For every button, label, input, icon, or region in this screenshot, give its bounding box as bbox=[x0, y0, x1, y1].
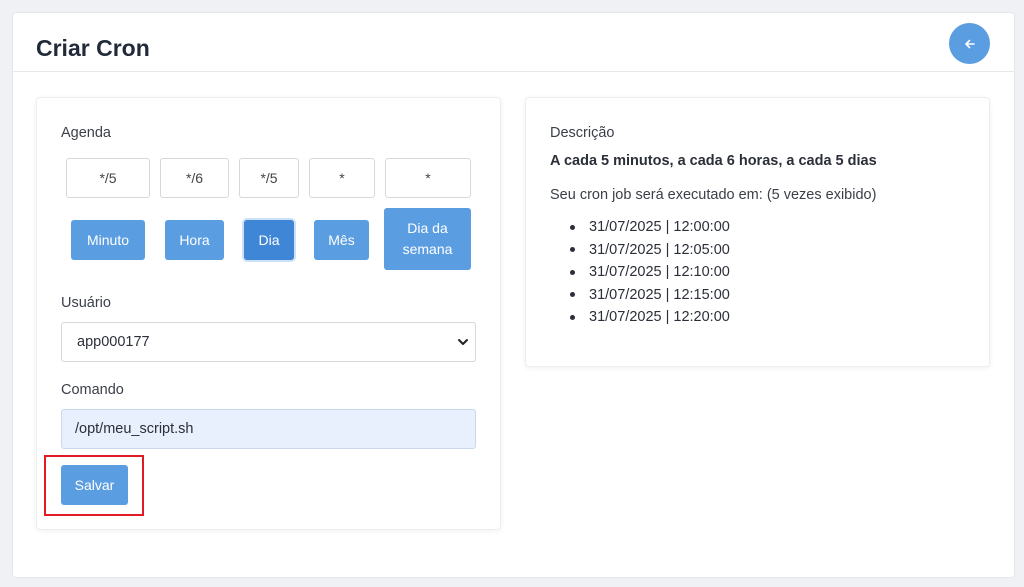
day-field[interactable]: */5 bbox=[239, 158, 299, 198]
command-input[interactable]: /opt/meu_script.sh bbox=[61, 409, 476, 449]
arrow-left-icon bbox=[964, 39, 975, 48]
run-list: 31/07/2025 | 12:00:00 31/07/2025 | 12:05… bbox=[570, 216, 730, 329]
description-summary: A cada 5 minutos, a cada 6 horas, a cada… bbox=[550, 153, 877, 169]
hour-button[interactable]: Hora bbox=[165, 220, 224, 260]
minute-field[interactable]: */5 bbox=[66, 158, 150, 198]
chevron-down-icon bbox=[458, 339, 468, 345]
description-card: Descrição A cada 5 minutos, a cada 6 hor… bbox=[525, 97, 990, 367]
weekday-field[interactable]: * bbox=[385, 158, 471, 198]
bullet-icon bbox=[570, 224, 575, 230]
schedule-label: Agenda bbox=[61, 125, 111, 141]
page-title: Criar Cron bbox=[36, 35, 150, 61]
month-field[interactable]: * bbox=[309, 158, 375, 198]
bullet-icon bbox=[570, 292, 575, 298]
user-label: Usuário bbox=[61, 295, 111, 311]
hour-field[interactable]: */6 bbox=[160, 158, 229, 198]
list-item: 31/07/2025 | 12:00:00 bbox=[570, 216, 730, 239]
list-item: 31/07/2025 | 12:05:00 bbox=[570, 239, 730, 262]
panel-header: Criar Cron bbox=[13, 13, 1014, 72]
minute-button[interactable]: Minuto bbox=[71, 220, 145, 260]
back-button[interactable] bbox=[949, 23, 990, 64]
save-highlight-box bbox=[44, 455, 144, 516]
list-item: 31/07/2025 | 12:15:00 bbox=[570, 284, 730, 307]
day-button[interactable]: Dia bbox=[244, 220, 294, 260]
bullet-icon bbox=[570, 247, 575, 253]
weekday-button[interactable]: Dia da semana bbox=[384, 208, 471, 270]
bullet-icon bbox=[570, 314, 575, 320]
user-select-value: app000177 bbox=[77, 334, 150, 350]
main-panel: Criar Cron Agenda */5 */6 */5 * * Minuto… bbox=[12, 12, 1015, 578]
bullet-icon bbox=[570, 269, 575, 275]
description-title: Descrição bbox=[550, 125, 615, 141]
list-item: 31/07/2025 | 12:10:00 bbox=[570, 261, 730, 284]
runs-label: Seu cron job será executado em: (5 vezes… bbox=[550, 187, 877, 203]
month-button[interactable]: Mês bbox=[314, 220, 369, 260]
command-label: Comando bbox=[61, 382, 124, 398]
list-item: 31/07/2025 | 12:20:00 bbox=[570, 306, 730, 329]
user-select[interactable]: app000177 bbox=[61, 322, 476, 362]
